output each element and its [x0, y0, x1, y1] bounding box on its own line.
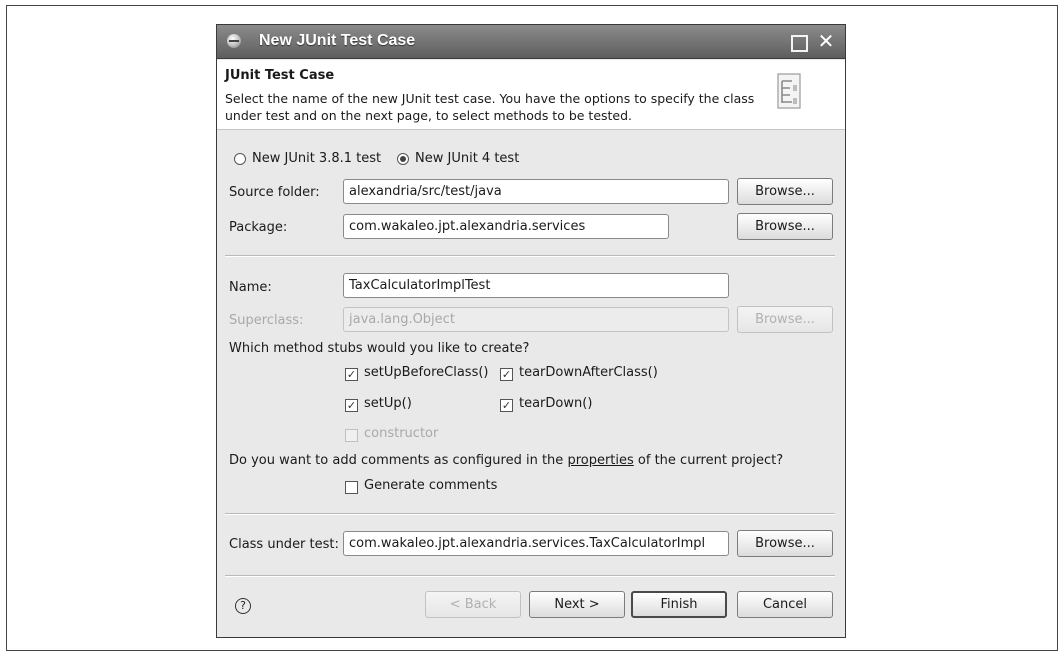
class-under-test-browse-button[interactable]: Browse...	[737, 530, 833, 557]
source-folder-label: Source folder:	[229, 185, 320, 200]
comments-question-prefix: Do you want to add comments as configure…	[229, 453, 564, 468]
separator	[225, 255, 835, 257]
junit3-label[interactable]: New JUnit 3.8.1 test	[252, 151, 381, 166]
constructor-checkbox	[345, 429, 358, 442]
teardown-label[interactable]: tearDown()	[519, 396, 592, 411]
wizard-header: JUnit Test Case Select the name of the n…	[217, 60, 845, 130]
generate-comments-checkbox[interactable]	[345, 481, 358, 494]
junit4-label[interactable]: New JUnit 4 test	[415, 151, 519, 166]
page-title: JUnit Test Case	[225, 68, 335, 83]
finish-button[interactable]: Finish	[631, 591, 727, 618]
teardownafterclass-label[interactable]: tearDownAfterClass()	[519, 365, 658, 380]
setup-checkbox[interactable]: ✓	[345, 399, 358, 412]
superclass-label: Superclass:	[229, 313, 304, 328]
package-browse-button[interactable]: Browse...	[737, 213, 833, 240]
maximize-icon[interactable]	[785, 30, 811, 54]
junit4-radio[interactable]	[397, 153, 409, 165]
source-folder-field[interactable]: alexandria/src/test/java	[343, 179, 729, 204]
comments-question-suffix: of the current project?	[637, 453, 784, 468]
source-folder-browse-button[interactable]: Browse...	[737, 178, 833, 205]
eclipse-icon	[227, 34, 241, 48]
help-icon[interactable]: ?	[235, 598, 251, 614]
junit-wizard-banner-icon	[777, 73, 801, 109]
page-description: Select the name of the new JUnit test ca…	[225, 91, 755, 123]
constructor-label: constructor	[364, 426, 439, 441]
teardownafterclass-checkbox[interactable]: ✓	[500, 368, 513, 381]
setupbeforeclass-label[interactable]: setUpBeforeClass()	[364, 365, 488, 380]
junit3-radio[interactable]	[234, 153, 246, 165]
class-under-test-label: Class under test:	[229, 537, 339, 552]
back-button: < Back	[425, 591, 521, 618]
name-label: Name:	[229, 280, 272, 295]
cancel-button[interactable]: Cancel	[737, 591, 833, 618]
new-junit-test-case-dialog: New JUnit Test Case ✕ JUnit Test Case Se…	[216, 24, 846, 638]
close-icon[interactable]: ✕	[813, 30, 839, 54]
superclass-browse-button: Browse...	[737, 306, 833, 333]
title-bar[interactable]: New JUnit Test Case ✕	[217, 25, 845, 59]
setup-label[interactable]: setUp()	[364, 396, 412, 411]
superclass-field: java.lang.Object	[343, 307, 729, 332]
separator	[225, 575, 835, 577]
method-stubs-question: Which method stubs would you like to cre…	[229, 341, 530, 356]
window-title: New JUnit Test Case	[259, 32, 416, 49]
name-field[interactable]: TaxCalculatorImplTest	[343, 273, 729, 298]
separator	[225, 513, 835, 515]
generate-comments-label[interactable]: Generate comments	[364, 478, 497, 493]
comments-question: Do you want to add comments as configure…	[229, 453, 783, 468]
properties-link[interactable]: properties	[567, 453, 633, 468]
next-button[interactable]: Next >	[529, 591, 625, 618]
setupbeforeclass-checkbox[interactable]: ✓	[345, 368, 358, 381]
teardown-checkbox[interactable]: ✓	[500, 399, 513, 412]
package-label: Package:	[229, 220, 288, 235]
package-field[interactable]: com.wakaleo.jpt.alexandria.services	[343, 214, 669, 239]
class-under-test-field[interactable]: com.wakaleo.jpt.alexandria.services.TaxC…	[343, 531, 729, 556]
